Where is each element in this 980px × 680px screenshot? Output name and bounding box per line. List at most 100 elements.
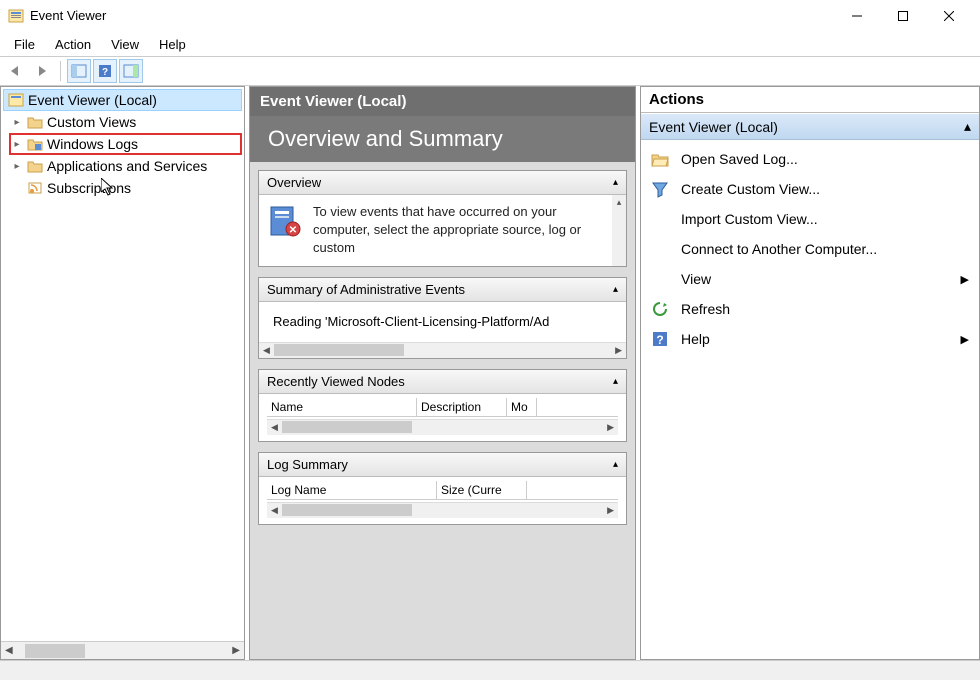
actions-list: Open Saved Log... Create Custom View... … (641, 140, 979, 358)
overview-vscrollbar[interactable]: ▴ (612, 195, 626, 266)
col-log-name[interactable]: Log Name (267, 481, 437, 499)
scroll-thumb[interactable] (274, 344, 404, 356)
actions-panel: Actions Event Viewer (Local) ▴ Open Save… (640, 86, 980, 660)
scroll-thumb[interactable] (25, 644, 85, 658)
summary-status-text: Reading 'Microsoft-Client-Licensing-Plat… (267, 310, 618, 333)
section-log-summary: Log Summary ▴ Log Name Size (Curre ◀ ▶ (258, 452, 627, 525)
scroll-thumb[interactable] (282, 504, 412, 516)
tree-root[interactable]: Event Viewer (Local) (3, 89, 242, 111)
center-header: Event Viewer (Local) (250, 87, 635, 116)
recent-columns: Name Description Mo (267, 398, 618, 417)
tree-item-applications-services[interactable]: ▸ Applications and Services (9, 155, 242, 177)
col-size[interactable]: Size (Curre (437, 481, 527, 499)
statusbar (0, 660, 980, 680)
maximize-button[interactable] (880, 0, 926, 32)
scroll-up-icon[interactable]: ▴ (612, 195, 626, 208)
tree-item-label: Subscriptions (47, 180, 131, 196)
section-recent-head[interactable]: Recently Viewed Nodes ▴ (259, 370, 626, 394)
scroll-right-icon[interactable]: ▶ (611, 345, 626, 356)
action-label: Create Custom View... (681, 181, 820, 197)
section-log-summary-head[interactable]: Log Summary ▴ (259, 453, 626, 477)
scroll-right-icon[interactable]: ▶ (232, 645, 240, 656)
menu-action[interactable]: Action (45, 35, 101, 54)
collapse-icon[interactable]: ▴ (613, 376, 618, 387)
action-help[interactable]: ? Help ▶ (641, 324, 979, 354)
collapse-icon[interactable]: ▴ (964, 118, 971, 135)
logsummary-columns: Log Name Size (Curre (267, 481, 618, 500)
svg-text:✕: ✕ (289, 225, 297, 236)
expand-caret-icon[interactable]: ▸ (11, 117, 23, 128)
section-head-label: Log Summary (267, 457, 348, 472)
section-overview-head[interactable]: Overview ▴ (259, 171, 626, 195)
action-connect-another-computer[interactable]: Connect to Another Computer... (641, 234, 979, 264)
menu-help[interactable]: Help (149, 35, 196, 54)
summary-hscrollbar[interactable]: ◀ ▶ (259, 342, 626, 358)
close-button[interactable] (926, 0, 972, 32)
nav-forward-button[interactable] (30, 59, 54, 83)
tree-item-label: Applications and Services (47, 158, 207, 174)
scroll-left-icon[interactable]: ◀ (5, 645, 13, 656)
blank-icon (651, 210, 669, 228)
folder-icon (27, 158, 43, 174)
titlebar: Event Viewer (0, 0, 980, 32)
actions-subheader-label: Event Viewer (Local) (649, 119, 778, 135)
scroll-left-icon[interactable]: ◀ (259, 345, 274, 356)
tree-item-custom-views[interactable]: ▸ Custom Views (9, 111, 242, 133)
minimize-button[interactable] (834, 0, 880, 32)
recent-hscrollbar[interactable]: ◀ ▶ (267, 419, 618, 435)
toolbar-separator (60, 61, 61, 81)
help-icon: ? (651, 330, 669, 348)
action-open-saved-log[interactable]: Open Saved Log... (641, 144, 979, 174)
help-button[interactable]: ? (93, 59, 117, 83)
tree-panel: Event Viewer (Local) ▸ Custom Views ▸ Wi… (0, 86, 245, 660)
folder-open-icon (651, 150, 669, 168)
scroll-left-icon[interactable]: ◀ (267, 505, 282, 516)
svg-text:?: ? (102, 67, 108, 78)
menu-view[interactable]: View (101, 35, 149, 54)
col-name[interactable]: Name (267, 398, 417, 416)
svg-text:?: ? (656, 333, 663, 347)
action-label: Import Custom View... (681, 211, 818, 227)
nav-back-button[interactable] (4, 59, 28, 83)
folder-icon (27, 114, 43, 130)
tree-item-windows-logs[interactable]: ▸ Windows Logs (9, 133, 242, 155)
center-panel: Event Viewer (Local) Overview and Summar… (249, 86, 636, 660)
blank-icon (651, 270, 669, 288)
scroll-left-icon[interactable]: ◀ (267, 422, 282, 433)
collapse-icon[interactable]: ▴ (613, 284, 618, 295)
collapse-icon[interactable]: ▴ (613, 177, 618, 188)
actions-subheader[interactable]: Event Viewer (Local) ▴ (641, 113, 979, 140)
scroll-thumb[interactable] (282, 421, 412, 433)
center-body: Overview ▴ ✕ To view events that have oc… (250, 162, 635, 659)
menubar: File Action View Help (0, 32, 980, 56)
action-label: Connect to Another Computer... (681, 241, 877, 257)
collapse-icon[interactable]: ▴ (613, 459, 618, 470)
logsummary-hscrollbar[interactable]: ◀ ▶ (267, 502, 618, 518)
action-create-custom-view[interactable]: Create Custom View... (641, 174, 979, 204)
tree-item-subscriptions[interactable]: Subscriptions (9, 177, 242, 199)
expand-caret-icon[interactable]: ▸ (11, 139, 23, 150)
expand-caret-icon[interactable]: ▸ (11, 161, 23, 172)
toolbar: ? (0, 56, 980, 86)
console-icon (8, 92, 24, 108)
col-description[interactable]: Description (417, 398, 507, 416)
menu-file[interactable]: File (4, 35, 45, 54)
funnel-icon (651, 180, 669, 198)
section-overview: Overview ▴ ✕ To view events that have oc… (258, 170, 627, 267)
scroll-right-icon[interactable]: ▶ (603, 505, 618, 516)
section-summary-head[interactable]: Summary of Administrative Events ▴ (259, 278, 626, 302)
action-label: Refresh (681, 301, 730, 317)
section-head-label: Recently Viewed Nodes (267, 374, 405, 389)
action-import-custom-view[interactable]: Import Custom View... (641, 204, 979, 234)
show-hide-action-button[interactable] (119, 59, 143, 83)
show-hide-tree-button[interactable] (67, 59, 91, 83)
section-head-label: Overview (267, 175, 321, 190)
action-view[interactable]: View ▶ (641, 264, 979, 294)
col-modified[interactable]: Mo (507, 398, 537, 416)
blank-icon (651, 240, 669, 258)
action-label: Help (681, 331, 710, 347)
action-refresh[interactable]: Refresh (641, 294, 979, 324)
overview-text: To view events that have occurred on you… (313, 203, 610, 258)
tree-hscrollbar[interactable]: ◀ ▶ (1, 641, 244, 659)
scroll-right-icon[interactable]: ▶ (603, 422, 618, 433)
